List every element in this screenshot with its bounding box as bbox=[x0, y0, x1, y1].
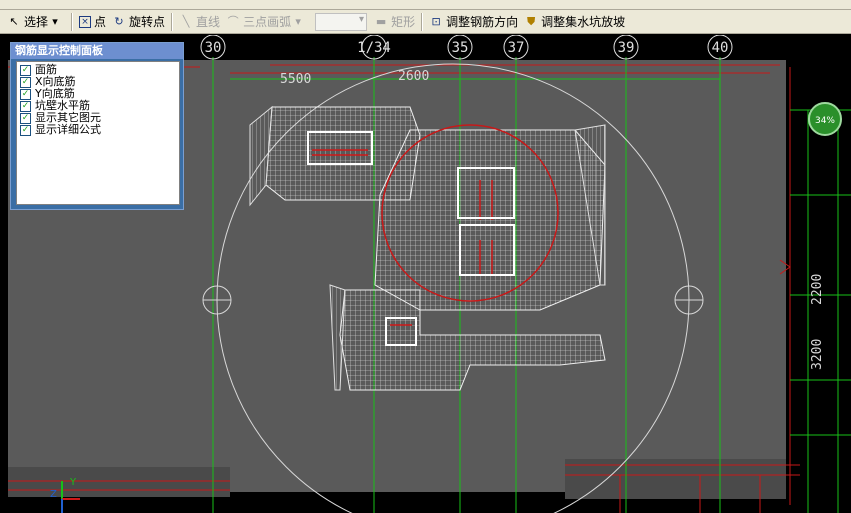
rebar-direction-icon: ⊡ bbox=[431, 14, 441, 28]
dimension-label: 2200 bbox=[810, 274, 825, 305]
checkbox[interactable]: ✓ bbox=[20, 100, 31, 112]
pit-slope-icon: ⛊ bbox=[526, 14, 536, 28]
axis-label: 39 bbox=[618, 40, 635, 56]
rect-icon: ▬ bbox=[375, 14, 387, 28]
pointer-icon: ↖ bbox=[9, 14, 19, 28]
toolbar-separator bbox=[171, 12, 174, 31]
adjust-pit-label: 调整集水坑放坡 bbox=[541, 15, 626, 29]
arc-label: 三点画弧 bbox=[243, 15, 292, 29]
line-icon: ╲ bbox=[182, 14, 190, 28]
svg-text:Z: Z bbox=[50, 489, 57, 500]
point-label: 点 bbox=[94, 15, 107, 29]
select-label: 选择 bbox=[24, 15, 49, 29]
drawing-toolbar: ↖ 选择 ▾ × 点 ↻ 旋转点 ╲ 直线 ⌒ 三点画弧 ▾ ▬ 矩形 ⊡ 调整… bbox=[0, 10, 851, 34]
panel-option-detail-formula[interactable]: ✓ 显示详细公式 bbox=[17, 124, 179, 136]
toolbar-separator bbox=[71, 12, 74, 31]
axis-labels: 30 1/34 35 37 39 40 bbox=[205, 40, 729, 56]
line-button[interactable]: ╲ 直线 bbox=[176, 12, 223, 32]
arc-icon: ⌒ bbox=[227, 14, 239, 28]
rebar-display-panel: 钢筋显示控制面板 ✓ 面筋 ✓ X向底筋 ✓ Y向底筋 ✓ 坑壁水平筋 ✓ 显示其它图元 … bbox=[10, 42, 184, 210]
progress-indicator: 34% bbox=[808, 102, 842, 136]
panel-list: ✓ 面筋 ✓ X向底筋 ✓ Y向底筋 ✓ 坑壁水平筋 ✓ 显示其它图元 ✓ 显示详细公式 bbox=[16, 61, 180, 205]
point-button[interactable]: × 点 bbox=[76, 12, 109, 32]
axis-label: 35 bbox=[452, 40, 469, 56]
option-label: 显示详细公式 bbox=[35, 123, 101, 136]
axis-label: 40 bbox=[712, 40, 729, 56]
draw-mode-select[interactable] bbox=[315, 12, 368, 31]
toolbar-separator bbox=[421, 12, 424, 31]
axis-label: 30 bbox=[205, 40, 222, 56]
rect-button[interactable]: ▬ 矩形 bbox=[371, 12, 418, 32]
rotate-icon: ↻ bbox=[114, 14, 124, 28]
axis-label: 37 bbox=[508, 40, 525, 56]
dimension-label: 2600 bbox=[398, 69, 429, 84]
panel-title: 钢筋显示控制面板 bbox=[11, 43, 183, 59]
select-button[interactable]: ↖ 选择 ▾ bbox=[4, 12, 68, 32]
checkbox[interactable]: ✓ bbox=[20, 112, 31, 124]
adjust-pit-slope-button[interactable]: ⛊ 调整集水坑放坡 bbox=[521, 12, 628, 32]
rotate-point-button[interactable]: ↻ 旋转点 bbox=[109, 12, 168, 32]
svg-text:Y: Y bbox=[69, 477, 77, 488]
rotate-point-label: 旋转点 bbox=[129, 15, 166, 29]
rect-label: 矩形 bbox=[391, 15, 416, 29]
chevron-down-icon: ▾ bbox=[295, 14, 301, 28]
point-icon: × bbox=[79, 15, 92, 28]
checkbox[interactable]: ✓ bbox=[20, 76, 31, 88]
arc-button[interactable]: ⌒ 三点画弧 ▾ bbox=[223, 12, 311, 32]
axis-label: 1/34 bbox=[357, 40, 391, 56]
chevron-down-icon: ▾ bbox=[52, 14, 58, 28]
checkbox[interactable]: ✓ bbox=[20, 64, 31, 76]
adjust-rebar-direction-button[interactable]: ⊡ 调整钢筋方向 bbox=[426, 12, 521, 32]
checkbox[interactable]: ✓ bbox=[20, 124, 31, 136]
dimension-label: 3200 bbox=[810, 339, 825, 370]
adjust-rebar-label: 调整钢筋方向 bbox=[446, 15, 519, 29]
dimension-label: 5500 bbox=[280, 72, 311, 87]
checkbox[interactable]: ✓ bbox=[20, 88, 31, 100]
line-label: 直线 bbox=[196, 15, 221, 29]
top-menu-strip bbox=[0, 0, 851, 10]
right-dimension-ticks bbox=[807, 110, 839, 513]
